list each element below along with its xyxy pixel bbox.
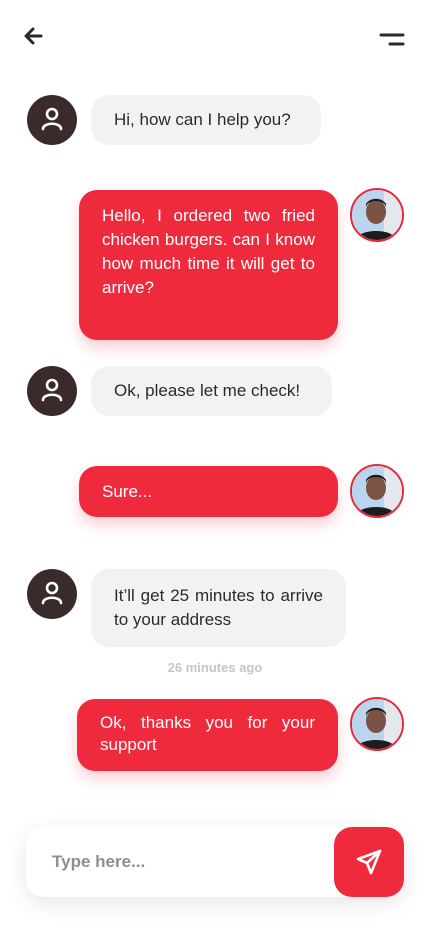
user-photo (352, 466, 402, 516)
send-button[interactable] (334, 827, 404, 897)
message-bubble-user: Ok, thanks you for your support (77, 699, 338, 771)
menu-icon (379, 33, 405, 46)
arrow-left-icon (24, 27, 43, 45)
message-text: Ok, thanks you for your support (100, 713, 315, 754)
message-bubble-agent: Hi, how can I help you? (91, 95, 321, 145)
top-bar (0, 0, 430, 80)
person-icon (41, 107, 63, 131)
user-avatar (350, 697, 404, 751)
message-text: Hello, I ordered two fried chicken burge… (102, 206, 315, 297)
message-bubble-agent: It’ll get 25 minutes to arrive to your a… (91, 569, 346, 647)
user-avatar (350, 464, 404, 518)
person-icon (41, 378, 63, 402)
agent-avatar (27, 95, 77, 145)
message-text: Hi, how can I help you? (114, 110, 291, 129)
message-text: Sure... (102, 482, 153, 501)
message-timestamp: 26 minutes ago (167, 660, 263, 675)
message-input[interactable] (52, 849, 322, 875)
back-button[interactable] (22, 24, 46, 48)
menu-button[interactable] (378, 30, 406, 50)
agent-avatar (27, 569, 77, 619)
agent-avatar (27, 366, 77, 416)
user-photo (352, 699, 402, 749)
message-composer (26, 827, 404, 897)
person-icon (41, 581, 63, 605)
message-text: Ok, please let me check! (114, 381, 301, 400)
send-icon (356, 849, 382, 875)
message-bubble-user: Hello, I ordered two fried chicken burge… (79, 190, 338, 340)
message-bubble-user: Sure... (79, 466, 338, 517)
user-avatar (350, 188, 404, 242)
message-bubble-agent: Ok, please let me check! (91, 366, 332, 416)
user-photo (352, 190, 402, 240)
message-text: It’ll get 25 minutes to arrive to your a… (114, 586, 323, 629)
